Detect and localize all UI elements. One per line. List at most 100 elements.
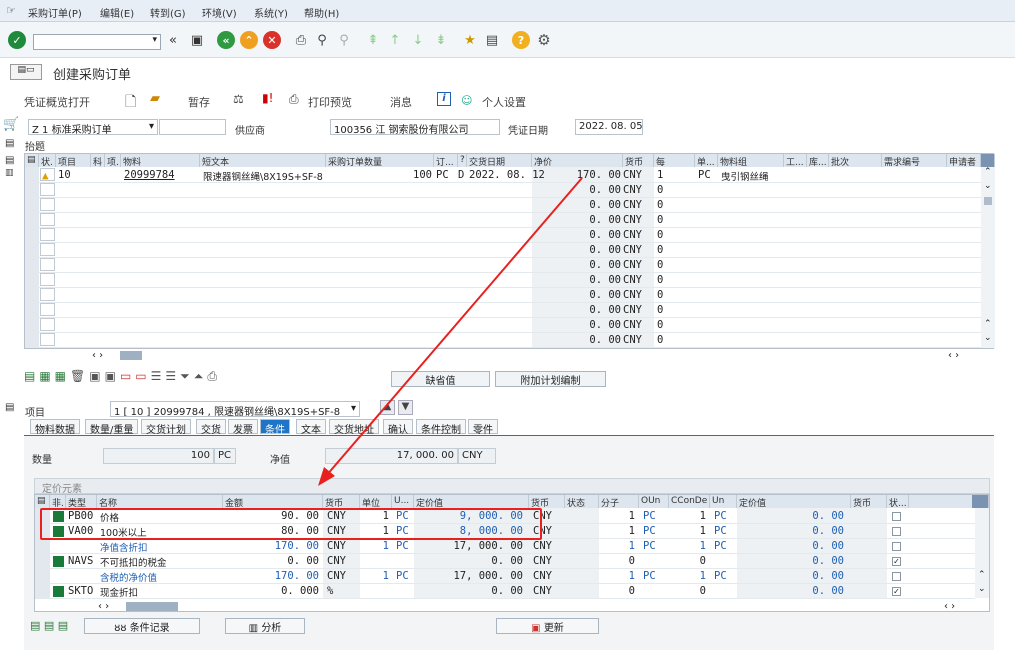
h-scroll-thumb[interactable] [120, 351, 142, 360]
empty-row-currency[interactable]: CNY [621, 228, 644, 243]
cart-icon[interactable]: 🛒 [3, 117, 19, 132]
cond-un[interactable]: PC [712, 539, 729, 554]
find-icon[interactable]: ⚲ [313, 31, 331, 49]
tab-invoice[interactable]: 发票 [228, 419, 258, 436]
cond-oun[interactable]: PC [641, 539, 658, 554]
col-currency[interactable]: 货币 [623, 154, 654, 167]
cond-amount[interactable]: 170. 00 [225, 539, 321, 554]
menu-goto[interactable]: 转到(G) [150, 5, 186, 20]
row1-item[interactable]: 10 [56, 168, 73, 183]
empty-row-per[interactable]: 0 [655, 303, 665, 318]
cond-uom[interactable] [394, 554, 398, 569]
row1-currency[interactable]: CNY [621, 168, 644, 183]
h-scroll-left-icon[interactable]: ‹ › [92, 350, 103, 361]
cond-un[interactable]: PC [712, 569, 729, 584]
cond-type[interactable]: SKTO [66, 584, 95, 599]
empty-row-currency[interactable]: CNY [621, 333, 644, 348]
select-all-icon[interactable]: ▤ [35, 495, 50, 508]
print-preview-icon[interactable]: ⎙ [289, 92, 299, 107]
col-mat-group[interactable]: 物料组 [718, 154, 784, 167]
empty-row-per[interactable]: 0 [655, 213, 665, 228]
cond-name[interactable]: 净值含折扣 [98, 539, 150, 554]
statistical-checkbox[interactable] [892, 512, 901, 521]
column-config-icon[interactable] [972, 495, 989, 508]
cond-value-currency[interactable]: CNY [531, 554, 554, 569]
empty-row-per[interactable]: 0 [655, 318, 665, 333]
cond-denominator[interactable]: 1 [671, 524, 708, 539]
h-scroll-arrows-icon[interactable]: ‹ › [944, 601, 955, 612]
cond-oun[interactable]: PC [641, 509, 658, 524]
status-cell[interactable] [40, 243, 55, 256]
select-all-icon[interactable]: ▤ [25, 154, 39, 167]
col-cond-value[interactable]: 定价值 [414, 495, 529, 508]
messages-button[interactable]: 消息 [390, 94, 412, 110]
col-item[interactable]: 项目 [56, 154, 91, 167]
cond-currency[interactable]: % [325, 584, 335, 599]
empty-row-currency[interactable]: CNY [621, 273, 644, 288]
status-cell[interactable] [40, 333, 55, 346]
cond-amount[interactable]: 0. 000 [225, 584, 321, 599]
last-page-icon[interactable]: ⇟ [432, 31, 450, 49]
cond-uom[interactable] [394, 584, 398, 599]
cond-type[interactable]: NAVS [66, 554, 95, 569]
cond-value-2[interactable]: 0. 00 [739, 584, 846, 599]
vendor-field[interactable]: 100356 江 钢索股份有限公司 [330, 119, 500, 135]
col-unit[interactable]: 单... [695, 154, 718, 167]
col-un[interactable]: Un [710, 495, 737, 508]
cond-oun[interactable] [641, 584, 645, 599]
h-scroll-arrows-icon[interactable]: ‹ › [98, 601, 109, 612]
chevron-down-icon[interactable]: ⌄ [984, 333, 992, 343]
col-delivery-date[interactable]: 交货日期 [467, 154, 532, 167]
col-batch[interactable]: 批次 [829, 154, 882, 167]
check-icon[interactable]: ✓ [8, 31, 26, 49]
cond-amount[interactable]: 0. 00 [225, 554, 321, 569]
empty-row-currency[interactable]: CNY [621, 303, 644, 318]
copy-icon[interactable]: ▭▭ [120, 369, 151, 383]
status-cell[interactable] [40, 198, 55, 211]
col-per-unit[interactable]: 单位 [360, 495, 392, 508]
tab-delivery-schedule[interactable]: 交货计划 [141, 419, 191, 436]
status-cell[interactable] [40, 213, 55, 226]
col-value-currency[interactable]: 货币 [529, 495, 565, 508]
empty-row-per[interactable]: 0 [655, 183, 665, 198]
cond-un[interactable]: PC [712, 509, 729, 524]
empty-row-per[interactable]: 0 [655, 273, 665, 288]
col-status-2[interactable]: 状... [887, 495, 909, 508]
status-cell[interactable] [40, 288, 55, 301]
print-icon[interactable]: ⎙ [292, 31, 310, 49]
statistical-checkbox[interactable] [892, 527, 901, 536]
cond-per[interactable] [361, 554, 391, 569]
status-cell[interactable] [40, 318, 55, 331]
cond-denominator[interactable]: 1 [671, 509, 708, 524]
empty-row-per[interactable]: 0 [655, 258, 665, 273]
cond-currency[interactable]: CNY [325, 569, 348, 584]
doc-overview-button[interactable]: 凭证概览打开 [24, 94, 90, 110]
chevron-up-icon[interactable]: ⌃ [978, 570, 986, 580]
menu-purchase-order[interactable]: 采购订单(P) [28, 5, 82, 20]
col-req-number[interactable]: 需求编号 [882, 154, 947, 167]
col-short-text[interactable]: 短文本 [200, 154, 326, 167]
empty-row-per[interactable]: 0 [655, 333, 665, 348]
help-icon[interactable]: ? [512, 31, 530, 49]
empty-row-currency[interactable]: CNY [621, 198, 644, 213]
doc-date-field[interactable]: 2022. 08. 05 [575, 119, 643, 135]
cond-value[interactable]: 17, 000. 00 [415, 539, 525, 554]
cond-numerator[interactable]: 0 [600, 584, 637, 599]
row1-material[interactable]: 20999784 [122, 168, 177, 183]
cond-currency[interactable]: CNY [325, 554, 348, 569]
print-preview-button[interactable]: 打印预览 [308, 94, 352, 110]
details-icon[interactable]: ▤ [24, 369, 39, 383]
col-plant[interactable]: 工... [784, 154, 807, 167]
statistical-checkbox[interactable] [892, 572, 901, 581]
cond-denominator[interactable]: 1 [671, 569, 708, 584]
tab-delivery[interactable]: 交货 [196, 419, 226, 436]
cond-name[interactable]: 不可抵扣的税金 [98, 554, 169, 569]
menu-system[interactable]: 系统(Y) [254, 5, 288, 20]
prev-page-icon[interactable]: ↑ [386, 31, 404, 49]
empty-row-per[interactable]: 0 [655, 243, 665, 258]
col-acct[interactable]: 科 [91, 154, 105, 167]
screen-icon[interactable]: ▤▭ [10, 64, 42, 80]
empty-row-currency[interactable]: CNY [621, 318, 644, 333]
empty-row-currency[interactable]: CNY [621, 183, 644, 198]
expand-header-icon[interactable]: ▤ [5, 138, 14, 149]
